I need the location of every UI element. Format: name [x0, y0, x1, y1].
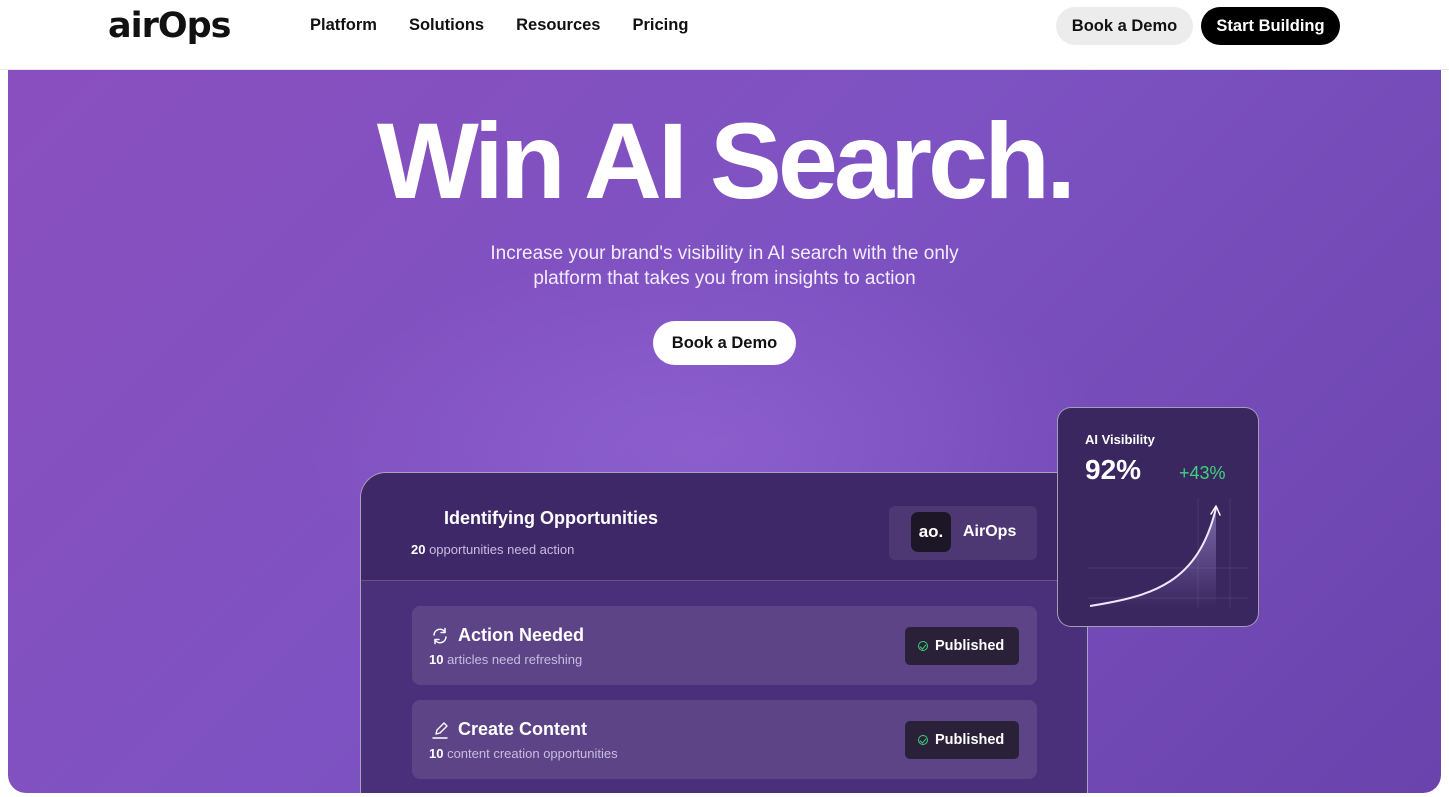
visibility-trend-chart — [1088, 498, 1248, 608]
start-building-button[interactable]: Start Building — [1201, 7, 1340, 45]
visibility-delta: +43% — [1179, 463, 1226, 483]
status-badge: Published — [905, 627, 1019, 665]
card-subtitle: 20 opportunities need action — [411, 542, 575, 557]
nav-link-resources[interactable]: Resources — [516, 16, 600, 35]
pencil-icon — [432, 722, 448, 739]
row-title: Action Needed — [458, 625, 585, 645]
card-header: Identifying Opportunities 20 opportuniti… — [361, 473, 1087, 581]
nav-link-pricing[interactable]: Pricing — [633, 16, 689, 35]
brand-chip: ao. AirOps — [889, 506, 1037, 560]
row-subtitle: 10 content creation opportunities — [429, 746, 618, 761]
hero-headline: Win AI Search. — [376, 100, 1076, 221]
hero-book-demo-button[interactable]: Book a Demo — [653, 321, 796, 365]
nav-link-platform[interactable]: Platform — [310, 16, 377, 35]
list-item-create-content[interactable]: Create Content 10 content creation oppor… — [412, 700, 1037, 779]
hero-subheadline: Increase your brand's visibility in AI s… — [8, 241, 1441, 291]
visibility-value: 92% — [1085, 454, 1142, 485]
check-circle-icon — [918, 641, 928, 651]
hero-subline-1: Increase your brand's visibility in AI s… — [490, 243, 959, 264]
list-item-action-needed[interactable]: Action Needed 10 articles need refreshin… — [412, 606, 1037, 685]
nav-links: Platform Solutions Resources Pricing — [310, 16, 720, 35]
nav-link-solutions[interactable]: Solutions — [409, 16, 484, 35]
nav-book-demo-button[interactable]: Book a Demo — [1056, 7, 1193, 45]
airops-logo[interactable]: airOps — [108, 6, 232, 46]
status-badge: Published — [905, 721, 1019, 759]
hero-section: Win AI Search. Increase your brand's vis… — [8, 70, 1441, 793]
hero-subline-2: platform that takes you from insights to… — [533, 268, 916, 289]
brand-name: AirOps — [963, 523, 1017, 540]
opportunities-card: Identifying Opportunities 20 opportuniti… — [360, 472, 1088, 793]
top-nav: airOps Platform Solutions Resources Pric… — [0, 0, 1449, 70]
row-subtitle: 10 articles need refreshing — [429, 652, 583, 667]
airops-brand-logo: ao. — [911, 512, 951, 552]
row-title: Create Content — [458, 719, 588, 739]
card-title: Identifying Opportunities — [444, 508, 658, 528]
refresh-icon — [433, 627, 447, 645]
ai-visibility-card: AI Visibility 92% +43% — [1057, 407, 1259, 627]
check-circle-icon — [918, 735, 928, 745]
visibility-label: AI Visibility — [1085, 432, 1155, 447]
